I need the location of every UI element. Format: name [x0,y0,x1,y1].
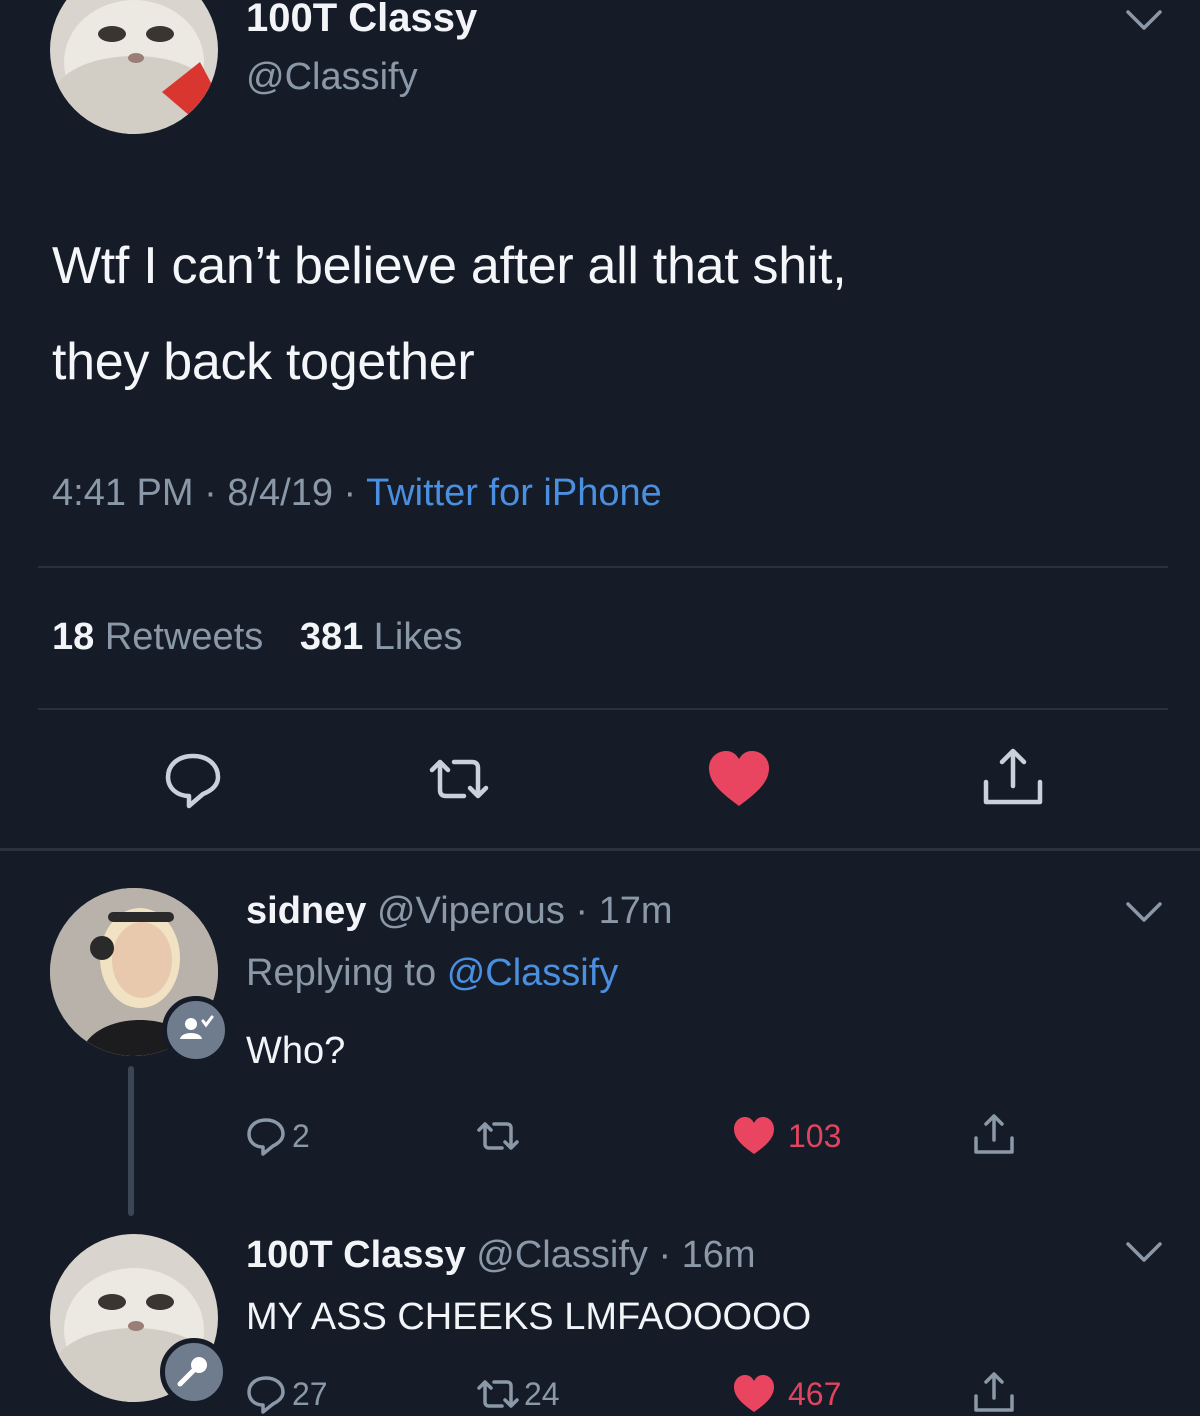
heart-icon[interactable] [732,1114,776,1158]
meta-separator: · [332,472,367,514]
retweet-icon[interactable] [476,1372,520,1416]
reply-handle[interactable]: @Classify [476,1234,648,1276]
reply-icon[interactable] [160,746,226,812]
reply-icon[interactable] [244,1372,288,1416]
likes-label[interactable]: Likes [374,616,463,658]
tweet-stats: 18 Retweets 381 Likes [52,616,463,659]
tweet-source-link[interactable]: Twitter for iPhone [366,472,662,514]
main-display-name[interactable]: 100T Classy [246,0,477,41]
tweet-text-line-1: Wtf I can’t believe after all that shit, [52,237,847,295]
heart-icon[interactable] [732,1372,776,1416]
retweet-icon[interactable] [476,1114,520,1158]
replying-to-label: Replying to [246,952,437,994]
microphone-icon [177,1357,207,1387]
reply-count: 27 [292,1376,328,1412]
main-handle[interactable]: @Classify [246,56,418,99]
heart-icon[interactable] [706,746,772,812]
thread-line [128,1066,134,1216]
reply-icon[interactable] [244,1114,288,1158]
like-count: 467 [788,1376,842,1412]
retweets-count[interactable]: 18 [52,616,94,658]
follows-you-badge [162,996,230,1064]
audio-badge [160,1338,228,1406]
tweet-time: 4:41 PM [52,472,194,514]
reply-age: · 17m [575,890,673,932]
reply-age: · 16m [658,1234,756,1276]
reply-display-name[interactable]: sidney [246,890,366,932]
meta-separator: · [193,472,228,514]
reply-display-name[interactable]: 100T Classy [246,1234,466,1276]
retweet-count: 24 [524,1376,560,1412]
retweets-label[interactable]: Retweets [105,616,263,658]
section-divider [0,848,1200,851]
replying-to-handle[interactable]: @Classify [447,952,619,994]
tweet-date: 8/4/19 [227,472,333,514]
tweet-text: Wtf I can’t believe after all that shit,… [52,218,1152,410]
likes-count[interactable]: 381 [300,616,363,658]
reply-handle[interactable]: @Viperous [377,890,565,932]
chevron-down-icon[interactable] [1124,1240,1164,1266]
chevron-down-icon[interactable] [1124,8,1164,34]
divider [38,566,1168,568]
share-icon[interactable] [972,1370,1016,1414]
share-icon[interactable] [980,744,1046,810]
person-check-icon [180,1015,214,1039]
reply-count: 2 [292,1118,310,1154]
tweet-text-line-2: they back together [52,333,475,391]
divider [38,708,1168,710]
like-count: 103 [788,1118,842,1154]
tweet-meta: 4:41 PM · 8/4/19 · Twitter for iPhone [52,472,662,515]
chevron-down-icon[interactable] [1124,900,1164,926]
share-icon[interactable] [972,1112,1016,1156]
reply-header: 100T Classy @Classify · 16m [246,1234,756,1277]
main-avatar[interactable] [50,0,218,134]
replying-to: Replying to @Classify [246,952,618,995]
reply-text: MY ASS CHEEKS LMFAOOOOO [246,1296,812,1338]
retweet-icon[interactable] [426,746,492,812]
reply-header: sidney @Viperous · 17m [246,890,673,933]
reply-text: Who? [246,1030,346,1072]
